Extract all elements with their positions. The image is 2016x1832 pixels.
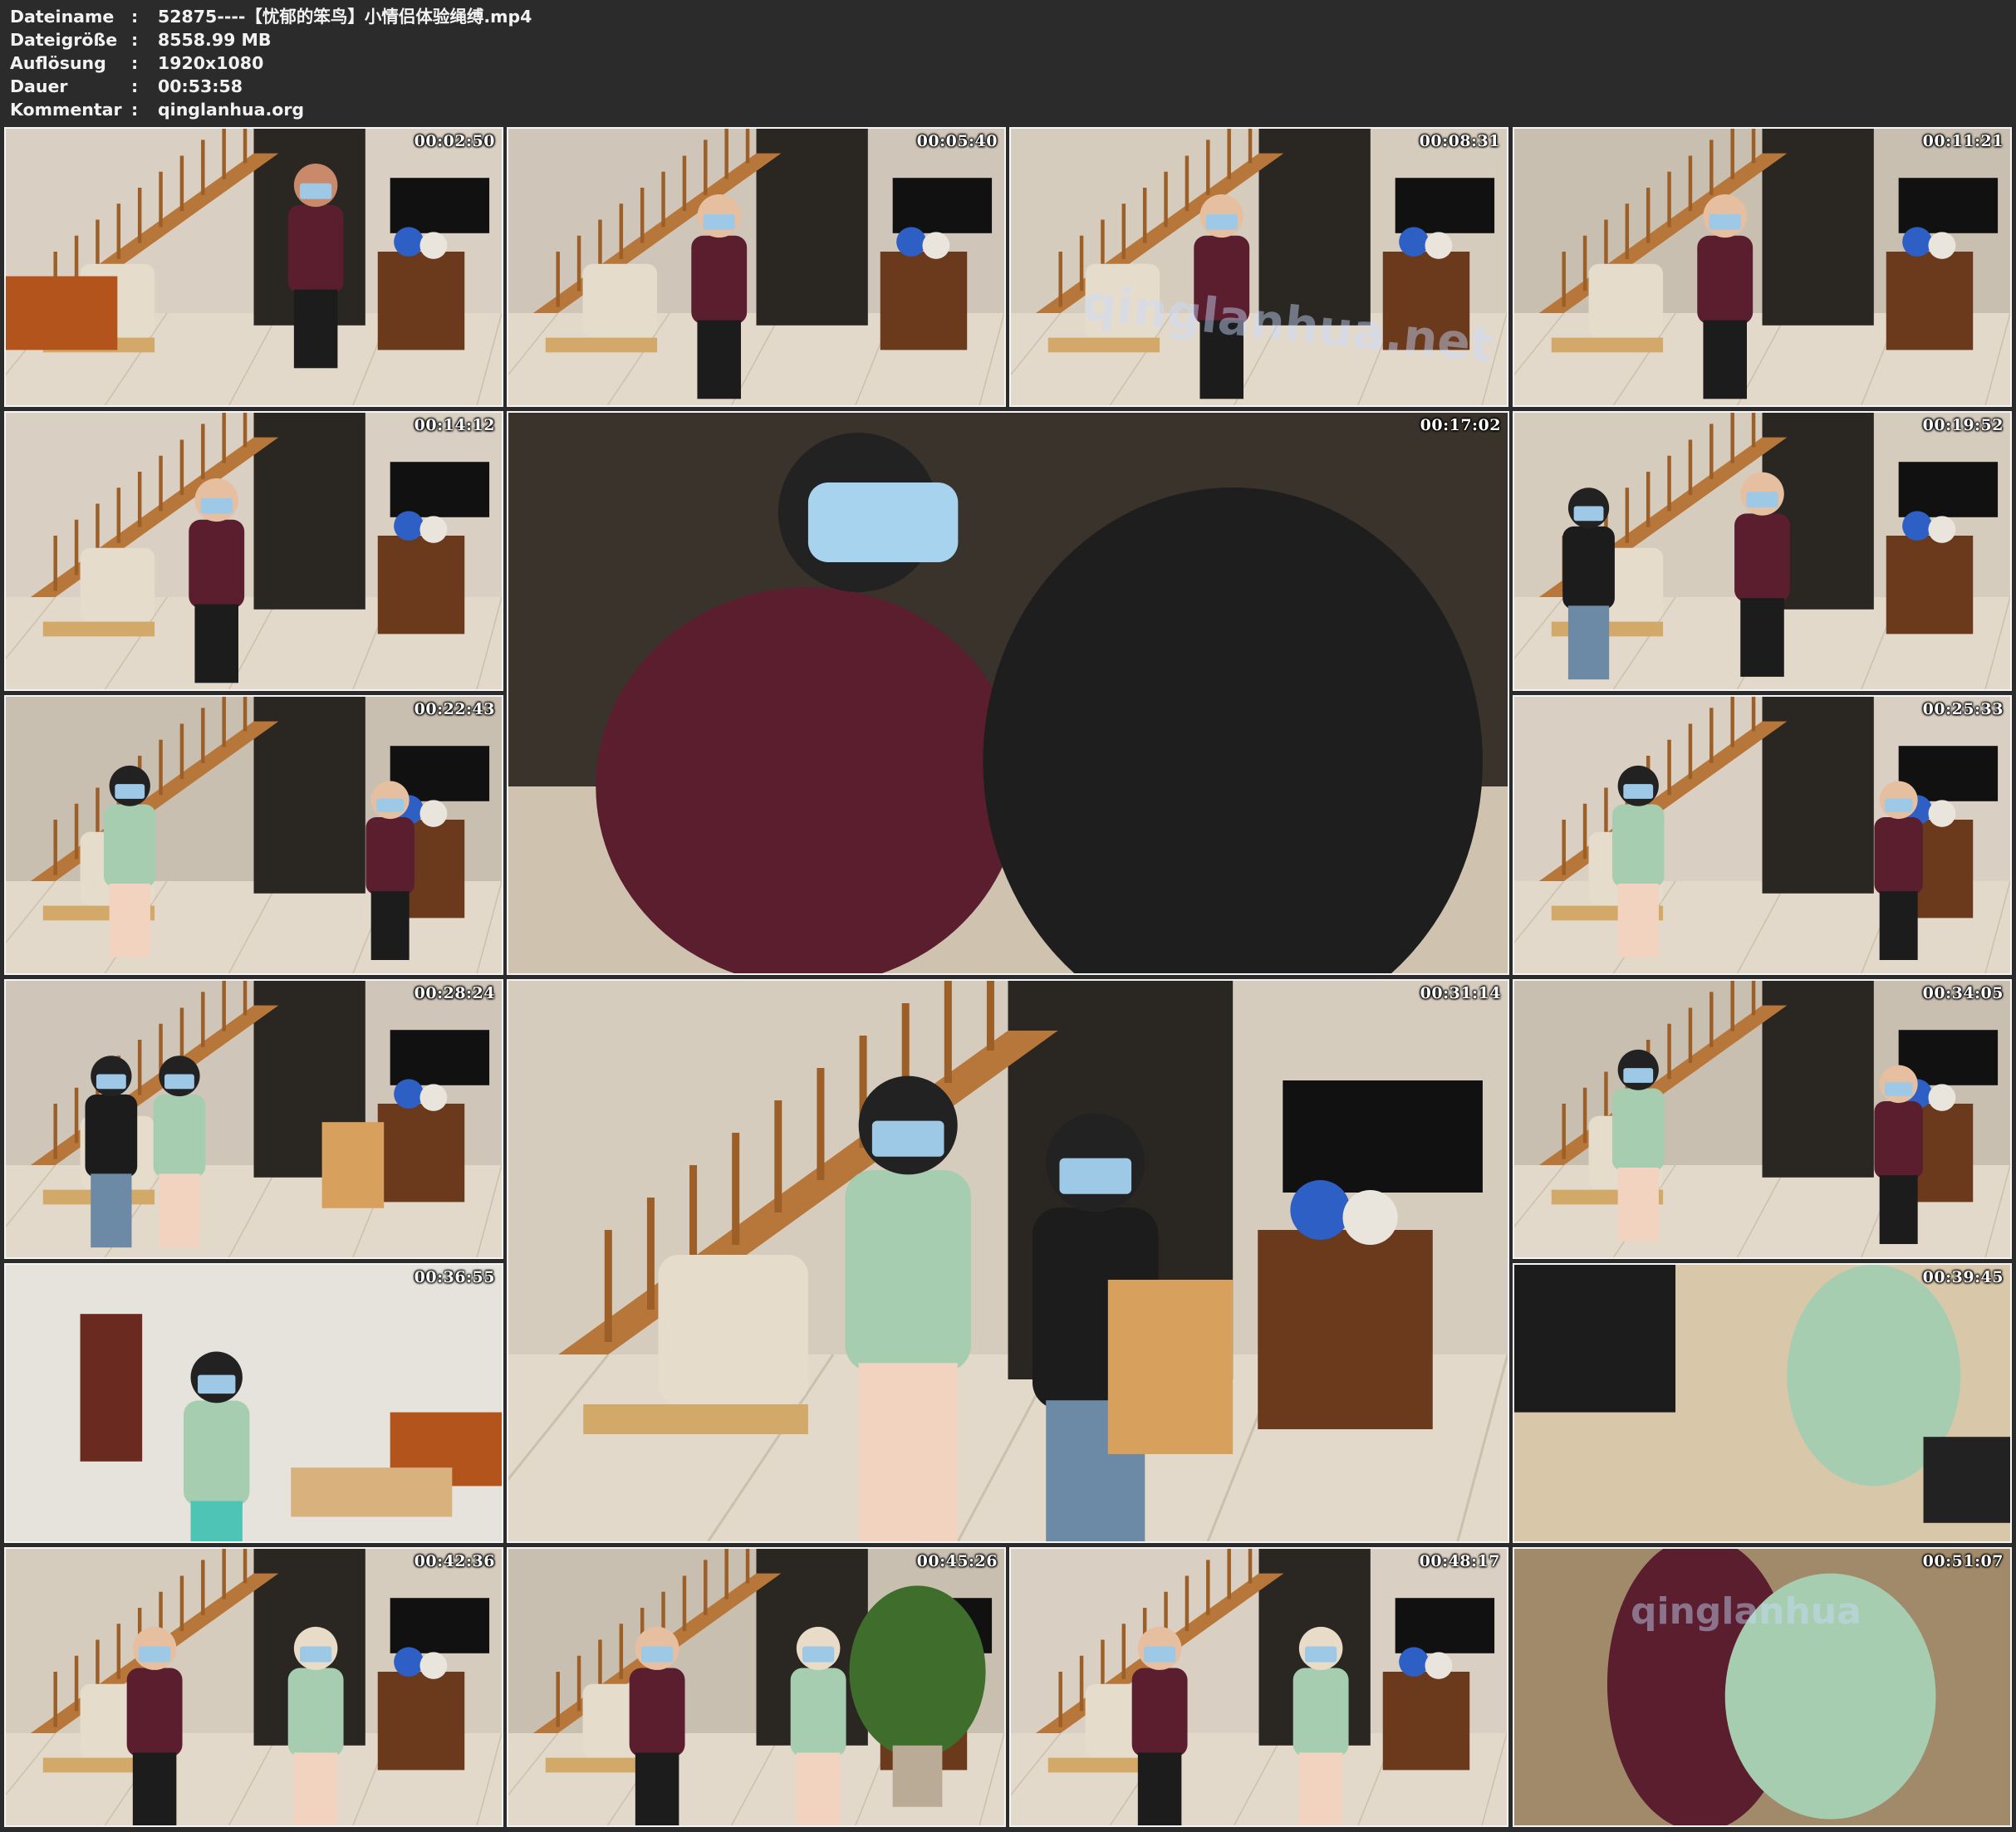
thumbnail-frame-image — [508, 981, 1508, 1541]
thumbnail-timestamp: 00:25:33 — [1922, 700, 2004, 718]
thumbnail-timestamp: 00:48:17 — [1419, 1552, 1500, 1570]
thumbnail-timestamp: 00:39:45 — [1922, 1268, 2004, 1286]
thumbnail-frame-image — [6, 129, 502, 405]
thumbnail-timestamp: 00:08:31 — [1419, 132, 1500, 150]
thumbnail-timestamp: 00:14:12 — [414, 416, 495, 434]
video-thumbnail: 00:31:14 — [507, 979, 1509, 1543]
thumbnail-timestamp: 00:34:05 — [1922, 984, 2004, 1002]
thumbnail-grid: 00:02:50 00:05:40 00:08:31 qinglanhua.net 00… — [0, 0, 2016, 1832]
video-thumbnail: 00:11:21 — [1513, 127, 2012, 407]
video-thumbnail: 00:39:45 — [1513, 1263, 2012, 1543]
thumbnail-timestamp: 00:28:24 — [414, 984, 495, 1002]
thumbnail-timestamp: 00:11:21 — [1922, 132, 2004, 150]
thumbnail-frame-image — [508, 1549, 1004, 1825]
thumbnail-frame-image — [1011, 1549, 1507, 1825]
thumbnail-frame-image — [6, 1549, 502, 1825]
video-thumbnail: 00:19:52 — [1513, 411, 2012, 691]
thumbnail-timestamp: 00:22:43 — [414, 700, 495, 718]
thumbnail-frame-image — [6, 413, 502, 689]
thumbnail-timestamp: 00:45:26 — [916, 1552, 998, 1570]
video-thumbnail: 00:42:36 — [4, 1547, 503, 1827]
thumbnail-timestamp: 00:51:07 — [1922, 1552, 2004, 1570]
thumbnail-frame-image — [6, 697, 502, 973]
thumbnail-timestamp: 00:02:50 — [414, 132, 495, 150]
video-thumbnail: 00:28:24 — [4, 979, 503, 1259]
thumbnail-frame-image — [1514, 129, 2010, 405]
video-thumbnail: 00:34:05 — [1513, 979, 2012, 1259]
video-thumbnail: 00:36:55 — [4, 1263, 503, 1543]
video-thumbnail: 00:22:43 — [4, 695, 503, 975]
thumbnail-frame-image — [1514, 413, 2010, 689]
thumbnail-frame-image — [1514, 981, 2010, 1257]
thumbnail-timestamp: 00:31:14 — [1420, 984, 1501, 1002]
thumbnail-timestamp: 00:19:52 — [1922, 416, 2004, 434]
thumbnail-frame-image — [508, 413, 1508, 973]
video-thumbnail: 00:08:31 qinglanhua.net — [1009, 127, 1508, 407]
video-thumbnail: 00:05:40 — [507, 127, 1006, 407]
thumbnail-frame-image — [6, 981, 502, 1257]
thumbnail-timestamp: 00:05:40 — [916, 132, 998, 150]
video-thumbnail: 00:45:26 — [507, 1547, 1006, 1827]
thumbnail-frame-image — [508, 129, 1004, 405]
video-thumbnail: 00:02:50 — [4, 127, 503, 407]
thumbnail-frame-image — [1514, 1265, 2010, 1541]
thumbnail-timestamp: 00:36:55 — [414, 1268, 495, 1286]
thumbnail-frame-image — [6, 1265, 502, 1541]
video-thumbnail: 00:17:02 — [507, 411, 1509, 975]
watermark-text: qinglanhua — [1631, 1590, 1861, 1633]
video-thumbnail: 00:48:17 — [1009, 1547, 1508, 1827]
video-thumbnail: 00:14:12 — [4, 411, 503, 691]
video-thumbnail: 00:25:33 — [1513, 695, 2012, 975]
thumbnail-timestamp: 00:17:02 — [1420, 416, 1501, 434]
thumbnail-timestamp: 00:42:36 — [414, 1552, 495, 1570]
thumbnail-frame-image — [1514, 697, 2010, 973]
video-thumbnail: 00:51:07 qinglanhua — [1513, 1547, 2012, 1827]
